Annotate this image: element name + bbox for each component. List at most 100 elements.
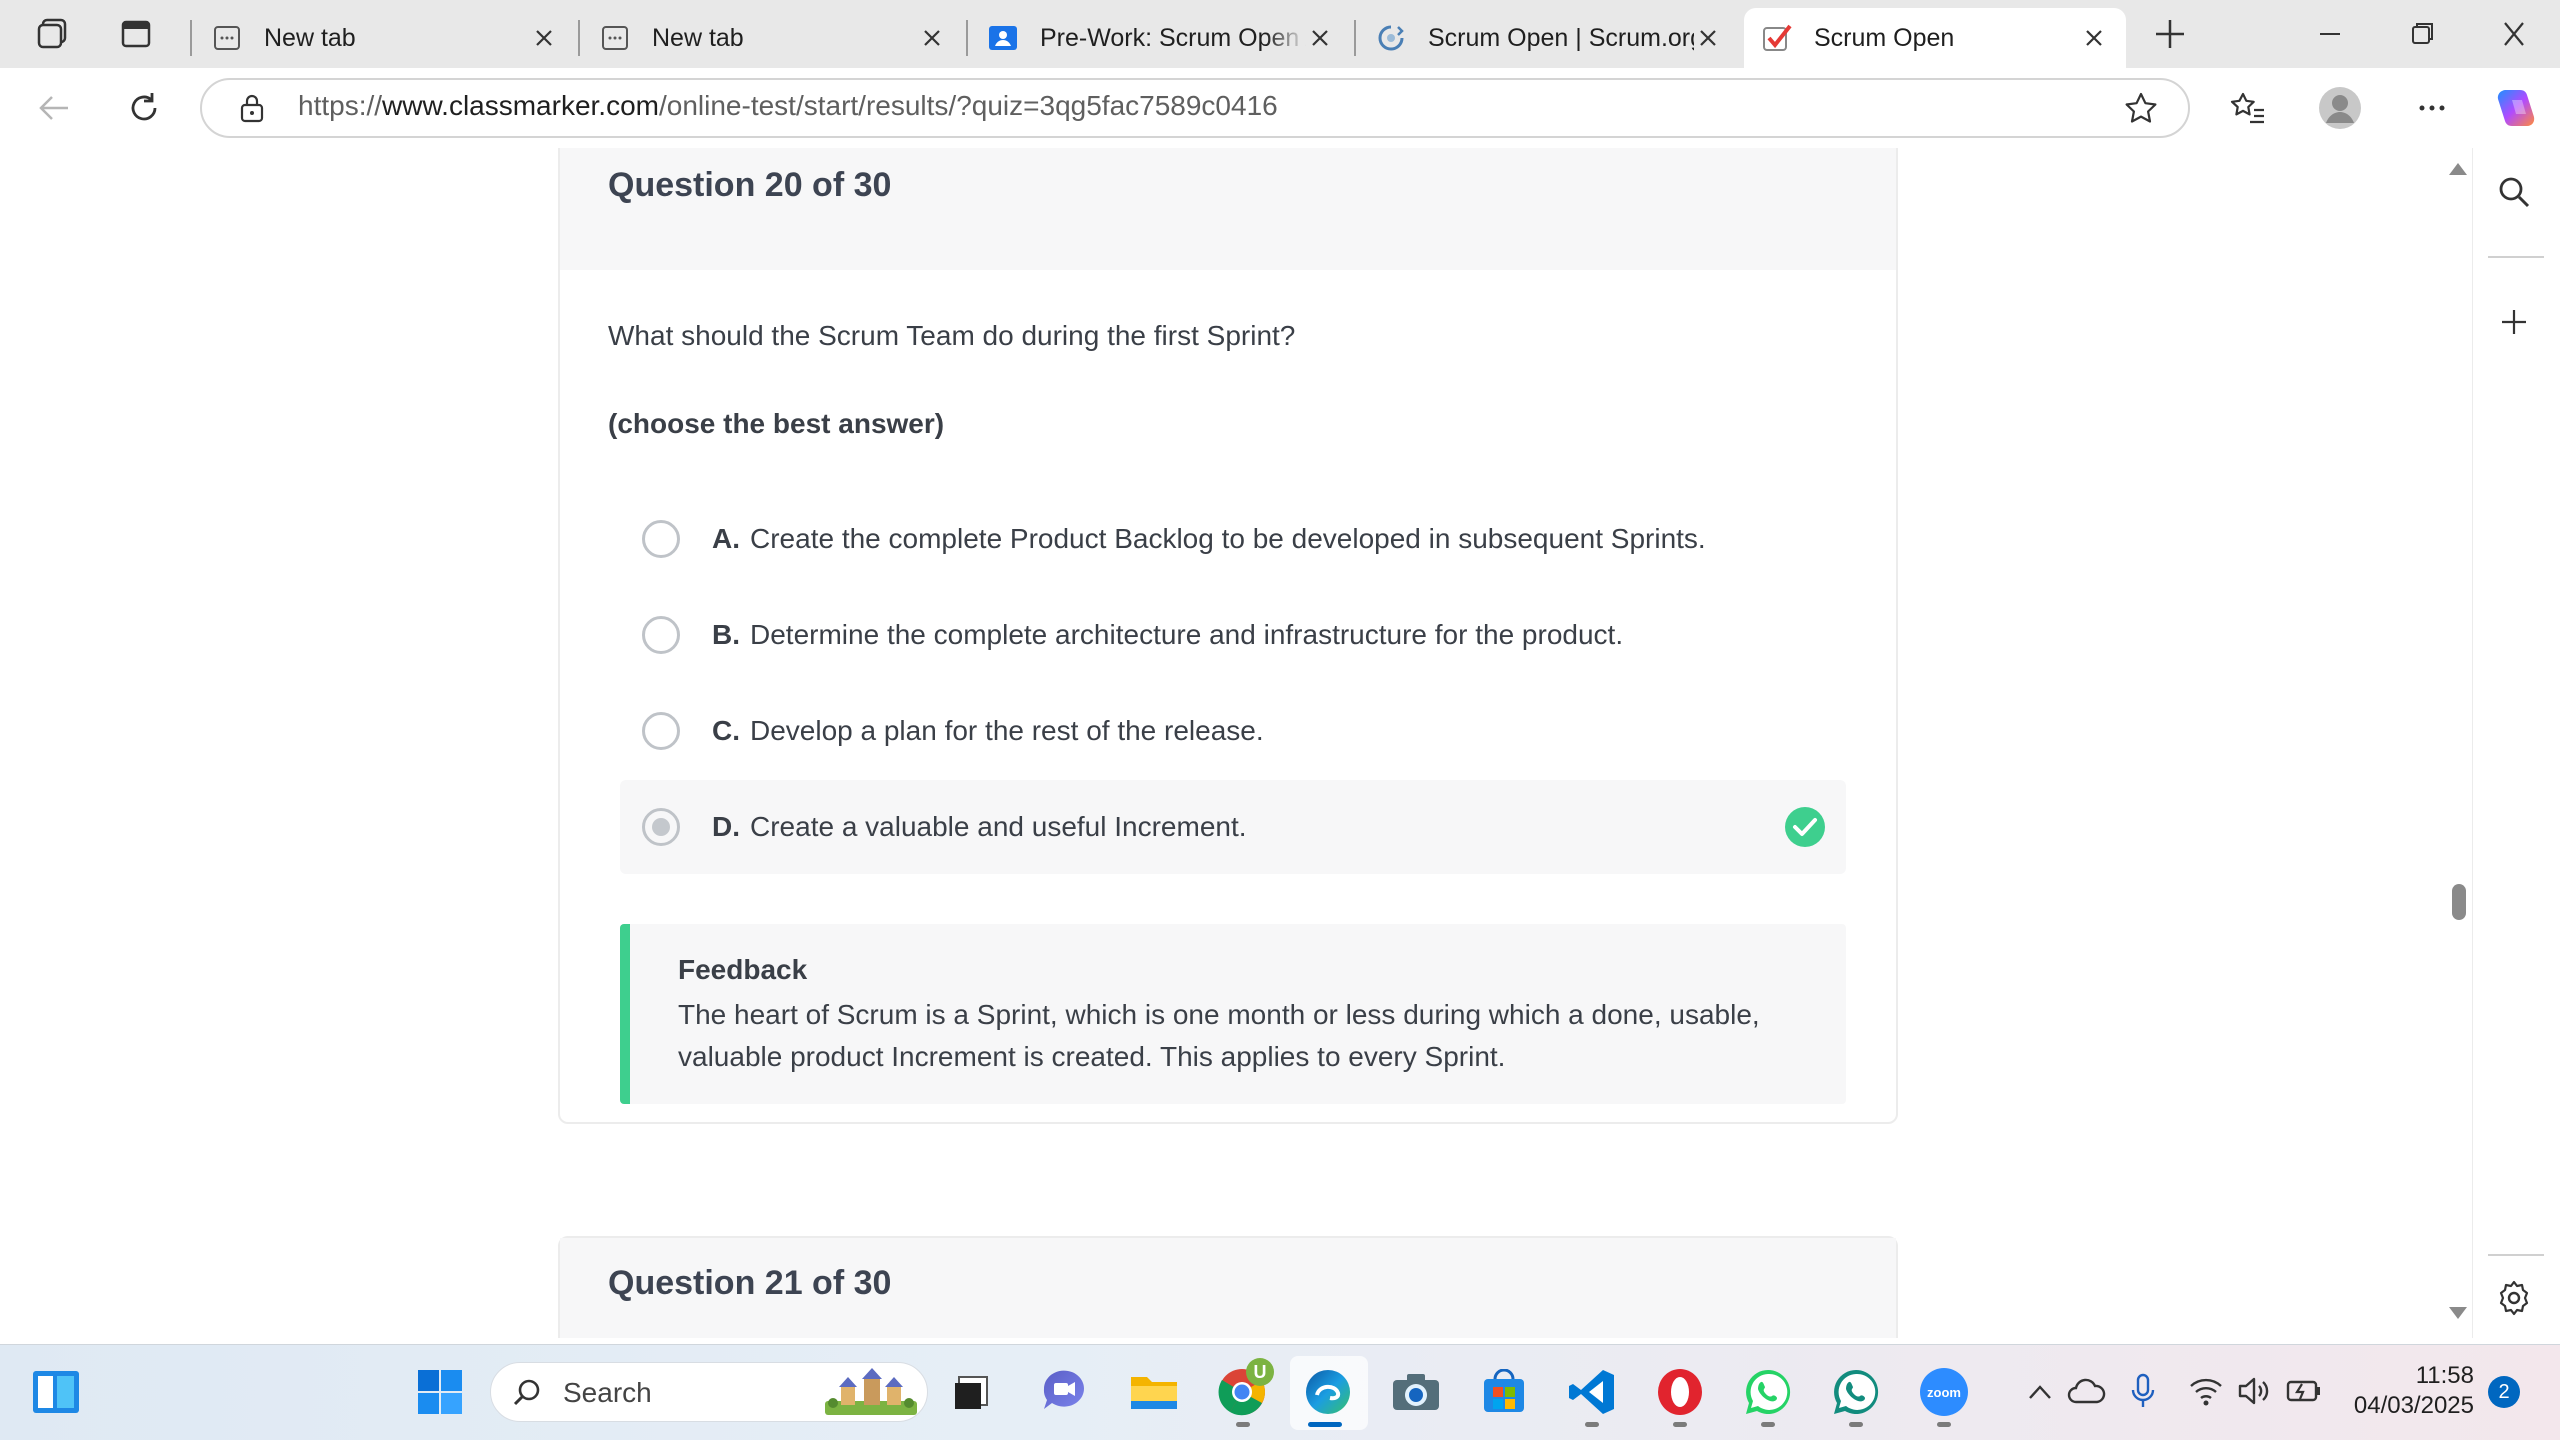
- question-card: Question 20 of 30 What should the Scrum …: [558, 148, 1898, 1124]
- windows-taskbar: [0, 1344, 2560, 1440]
- answer-instruction: (choose the best answer): [608, 408, 945, 439]
- radio-button[interactable]: [642, 712, 680, 750]
- search-placeholder: Search: [563, 1377, 652, 1408]
- tab-scrum-open-active[interactable]: Scrum Open: [1744, 8, 2126, 68]
- answer-option-a[interactable]: A. Create the complete Product Backlog to…: [620, 492, 1846, 586]
- tab-pre-work[interactable]: Pre-Work: Scrum Open Assessment: [970, 8, 1352, 68]
- tab-title: Scrum Open: [1814, 23, 1955, 52]
- onedrive-cloud-icon[interactable]: [2066, 1374, 2106, 1408]
- settings-gear-icon[interactable]: [2494, 1278, 2534, 1318]
- restore-icon[interactable]: [2402, 16, 2442, 52]
- answer-option-d[interactable]: D. Create a valuable and useful Increment…: [620, 780, 1846, 874]
- volume-icon[interactable]: [2236, 1374, 2272, 1408]
- running-indicator: [1236, 1422, 1250, 1427]
- scroll-up-arrow-icon[interactable]: [2448, 160, 2468, 178]
- back-icon[interactable]: [34, 88, 74, 128]
- option-text: Create a valuable and useful Increment.: [750, 811, 1247, 842]
- close-tab-icon[interactable]: [1306, 24, 1334, 52]
- tab-scrum-org[interactable]: Scrum Open | Scrum.org: [1358, 8, 1740, 68]
- tab-title: New tab: [264, 23, 356, 52]
- teams-chat-icon[interactable]: [1038, 1366, 1090, 1418]
- wifi-icon[interactable]: [2188, 1374, 2224, 1408]
- refresh-icon[interactable]: [124, 88, 164, 128]
- tab-new-tab-2[interactable]: New tab: [582, 8, 964, 68]
- question-header: Question 21 of 30: [560, 1238, 1896, 1338]
- opera-icon[interactable]: [1654, 1366, 1706, 1418]
- search-icon[interactable]: [2494, 172, 2534, 212]
- running-indicator: [1761, 1422, 1775, 1427]
- task-view-icon[interactable]: [946, 1366, 998, 1418]
- zoom-label: zoom: [1927, 1384, 1961, 1400]
- close-tab-icon[interactable]: [918, 24, 946, 52]
- tab-separator: [578, 20, 580, 56]
- url-text[interactable]: https://www.classmarker.com/online-test/…: [298, 90, 1278, 122]
- close-tab-icon[interactable]: [1694, 24, 1722, 52]
- zoom-logo: zoom: [1920, 1368, 1968, 1416]
- tab-separator: [190, 20, 192, 56]
- answer-option-c[interactable]: C. Develop a plan for the rest of the rel…: [620, 684, 1846, 778]
- answer-option-b[interactable]: B. Determine the complete architecture an…: [620, 588, 1846, 682]
- classroom-icon: [988, 23, 1018, 53]
- option-label: B. Determine the complete architecture an…: [712, 619, 1623, 651]
- question-title: Question 20 of 30: [608, 166, 892, 204]
- battery-charging-icon[interactable]: [2284, 1376, 2324, 1406]
- search-highlight-castle-icon: [821, 1367, 921, 1419]
- edge-browser-icon[interactable]: [1302, 1366, 1354, 1418]
- tab-new-tab-1[interactable]: New tab: [194, 8, 576, 68]
- more-options-icon[interactable]: [2412, 88, 2452, 128]
- notification-badge[interactable]: 2: [2488, 1376, 2520, 1408]
- question-header: Question 20 of 30: [560, 148, 1896, 270]
- running-indicator: [1585, 1422, 1599, 1427]
- microsoft-store-icon[interactable]: [1478, 1366, 1530, 1418]
- vs-code-icon[interactable]: [1566, 1366, 1618, 1418]
- new-tab-icon: [212, 23, 242, 53]
- running-indicator: [1937, 1422, 1951, 1427]
- taskbar-date[interactable]: 04/03/2025: [2330, 1392, 2474, 1420]
- radio-button[interactable]: [642, 520, 680, 558]
- taskbar-time[interactable]: 11:58: [2340, 1362, 2474, 1390]
- favorites-icon[interactable]: [2228, 88, 2268, 128]
- show-hidden-icons-chevron-icon[interactable]: [2024, 1376, 2056, 1408]
- start-windows-icon[interactable]: [414, 1366, 466, 1418]
- widgets-icon[interactable]: [30, 1366, 82, 1418]
- tab-title: New tab: [652, 23, 744, 52]
- feedback-text: The heart of Scrum is a Sprint, which is…: [678, 999, 1760, 1072]
- search-magnifier-icon: [511, 1377, 543, 1409]
- running-indicator: [1308, 1422, 1342, 1427]
- option-letter: B.: [712, 619, 740, 650]
- add-sidebar-app-icon[interactable]: [2494, 302, 2534, 342]
- favorite-star-icon[interactable]: [2122, 90, 2160, 128]
- tab-actions-icon[interactable]: [118, 16, 154, 52]
- profile-avatar-icon[interactable]: [2318, 86, 2362, 130]
- close-tab-icon[interactable]: [2080, 24, 2108, 52]
- radio-button-selected[interactable]: [642, 808, 680, 846]
- radio-dot: [652, 818, 670, 836]
- tab-separator: [966, 20, 968, 56]
- option-text: Create the complete Product Backlog to b…: [750, 523, 1706, 554]
- question-text: What should the Scrum Team do during the…: [608, 320, 1296, 351]
- option-letter: C.: [712, 715, 740, 746]
- site-info-icon[interactable]: [236, 92, 268, 124]
- tab-title: Scrum Open | Scrum.org: [1428, 23, 1694, 52]
- whatsapp-business-icon[interactable]: [1830, 1366, 1882, 1418]
- new-tab-button[interactable]: [2150, 16, 2190, 52]
- camera-icon[interactable]: [1390, 1366, 1442, 1418]
- sidebar-divider: [2488, 256, 2544, 258]
- copilot-icon[interactable]: [2492, 84, 2540, 132]
- microphone-icon[interactable]: [2128, 1372, 2158, 1412]
- scroll-down-arrow-icon[interactable]: [2448, 1304, 2468, 1322]
- whatsapp-icon[interactable]: [1742, 1366, 1794, 1418]
- workspaces-icon[interactable]: [34, 16, 70, 52]
- tab-separator: [1354, 20, 1356, 56]
- taskbar-search-box[interactable]: Search: [490, 1362, 928, 1422]
- close-tab-icon[interactable]: [530, 24, 558, 52]
- scrollbar-thumb[interactable]: [2452, 884, 2466, 920]
- classmarker-check-icon: [1762, 23, 1792, 53]
- radio-button[interactable]: [642, 616, 680, 654]
- minimize-icon[interactable]: [2310, 16, 2350, 52]
- question-title: Question 21 of 30: [608, 1264, 892, 1302]
- zoom-icon[interactable]: zoom: [1918, 1366, 1970, 1418]
- chrome-icon[interactable]: U: [1216, 1358, 1274, 1418]
- close-window-icon[interactable]: [2494, 16, 2534, 52]
- file-explorer-icon[interactable]: [1128, 1366, 1180, 1418]
